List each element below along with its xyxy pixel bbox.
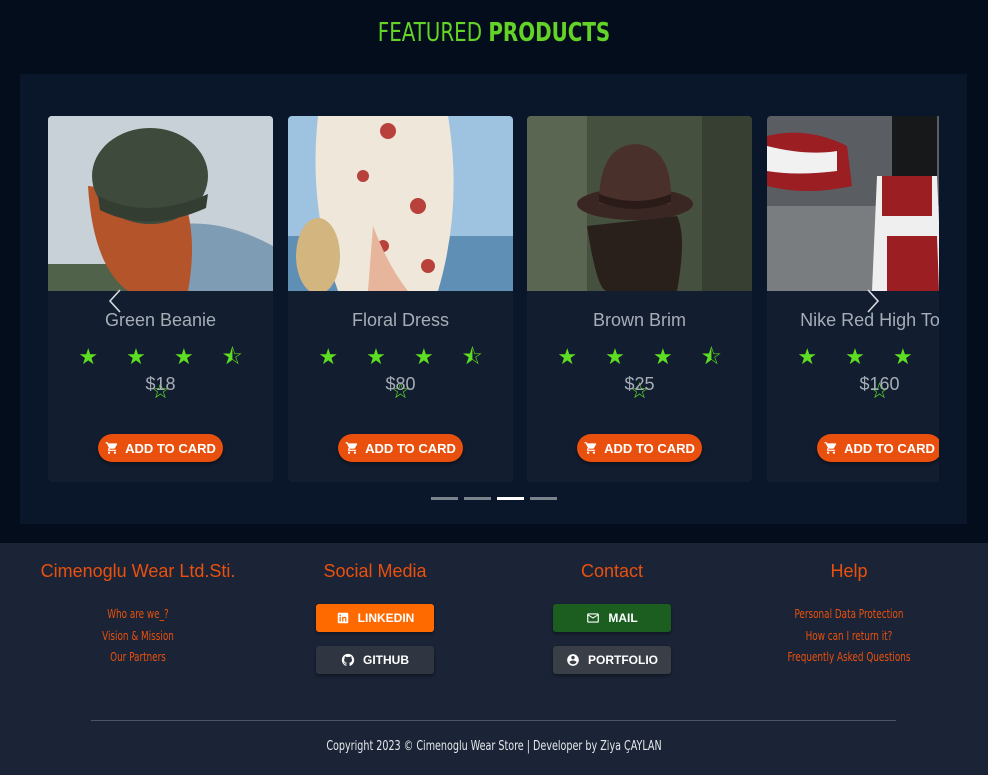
add-to-cart-label: ADD TO CARD (125, 440, 216, 456)
footer-contact-column: Contact MAIL PORTFOLIO (492, 561, 732, 688)
mail-icon (587, 613, 600, 623)
featured-section: FEATURED PRODUCTS Green Beanie ★ ★ ★ ⯪ ☆… (0, 0, 988, 543)
mail-label: MAIL (608, 611, 638, 625)
product-image-nike-red-high-tops[interactable] (767, 116, 939, 291)
product-price: $18 (145, 374, 176, 394)
product-name: Nike Red High Tops (800, 310, 939, 330)
carousel-indicator[interactable] (464, 497, 491, 500)
product-name: Floral Dress (351, 310, 449, 330)
footer-link-personal-data[interactable]: Personal Data Protection (751, 604, 948, 626)
github-icon (341, 653, 355, 666)
footer-link-faq[interactable]: Frequently Asked Questions (751, 647, 948, 669)
carousel-indicator[interactable] (431, 497, 458, 500)
github-button[interactable]: GITHUB (316, 646, 434, 674)
cart-icon (345, 442, 358, 454)
section-title: FEATURED PRODUCTS (74, 18, 914, 48)
footer-link-our-partners[interactable]: Our Partners (40, 647, 237, 669)
linkedin-icon (337, 612, 348, 624)
product-card[interactable]: Green Beanie ★ ★ ★ ⯪ ☆ $18 ADD TO CARD (48, 116, 273, 482)
portfolio-button[interactable]: PORTFOLIO (553, 646, 671, 674)
carousel-prev-button[interactable] (106, 286, 126, 316)
product-image-floral-dress[interactable] (288, 116, 513, 291)
footer-link-return[interactable]: How can I return it? (751, 626, 948, 648)
portfolio-label: PORTFOLIO (588, 653, 658, 667)
product-card[interactable]: Floral Dress ★ ★ ★ ⯪ ☆ $80 ADD TO CARD (288, 116, 513, 482)
add-to-cart-button[interactable]: ADD TO CARD (817, 434, 939, 462)
footer-link-who-are-we[interactable]: Who are we_? (40, 604, 237, 626)
mail-button[interactable]: MAIL (553, 604, 671, 632)
cart-icon (584, 442, 597, 454)
carousel-track: Green Beanie ★ ★ ★ ⯪ ☆ $18 ADD TO CARD F… (48, 116, 939, 482)
product-name: Green Beanie (104, 310, 217, 330)
section-title-light: FEATURED (377, 18, 483, 48)
copyright-text: Copyright 2023 © Cimenoglu Wear Store | … (326, 739, 662, 754)
product-price: $25 (624, 374, 655, 394)
carousel-indicator-active[interactable] (497, 497, 524, 500)
product-carousel: Green Beanie ★ ★ ★ ⯪ ☆ $18 ADD TO CARD F… (20, 74, 967, 524)
footer-social-column: Social Media LINKEDIN GITHUB (255, 561, 495, 688)
github-label: GITHUB (363, 653, 409, 667)
footer-divider (91, 720, 896, 721)
carousel-next-button[interactable] (862, 286, 882, 316)
footer-contact-title: Contact (580, 561, 644, 581)
product-card[interactable]: Nike Red High Tops ★ ★ ★ ⯪ ☆ $160 ADD TO… (767, 116, 939, 482)
footer-help-title: Help (830, 561, 868, 581)
add-to-cart-label: ADD TO CARD (604, 440, 695, 456)
add-to-cart-label: ADD TO CARD (844, 440, 935, 456)
add-to-cart-button[interactable]: ADD TO CARD (577, 434, 702, 462)
footer-link-vision-mission[interactable]: Vision & Mission (40, 626, 237, 648)
footer: Cimenoglu Wear Ltd.Sti. Who are we_? Vis… (0, 543, 988, 775)
footer-help-column: Help Personal Data Protection How can I … (729, 561, 969, 669)
cart-icon (824, 442, 837, 454)
footer-company-title: Cimenoglu Wear Ltd.Sti. (40, 561, 236, 581)
footer-social-title: Social Media (323, 561, 427, 581)
product-price: $160 (859, 374, 900, 394)
product-card[interactable]: Brown Brim ★ ★ ★ ⯪ ☆ $25 ADD TO CARD (527, 116, 752, 482)
carousel-indicators (431, 497, 557, 500)
section-title-bold: PRODUCTS (488, 18, 611, 48)
product-image-brown-brim[interactable] (527, 116, 752, 291)
linkedin-label: LINKEDIN (357, 611, 415, 625)
add-to-cart-button[interactable]: ADD TO CARD (98, 434, 223, 462)
footer-company-column: Cimenoglu Wear Ltd.Sti. Who are we_? Vis… (18, 561, 258, 669)
linkedin-button[interactable]: LINKEDIN (316, 604, 434, 632)
product-price: $80 (385, 374, 416, 394)
account-circle-icon (567, 654, 579, 666)
chevron-left-icon (108, 289, 121, 313)
add-to-cart-button[interactable]: ADD TO CARD (338, 434, 463, 462)
add-to-cart-label: ADD TO CARD (365, 440, 456, 456)
cart-icon (105, 442, 118, 454)
chevron-right-icon (867, 289, 880, 313)
product-image-green-beanie[interactable] (48, 116, 273, 291)
product-name: Brown Brim (592, 310, 686, 330)
carousel-indicator[interactable] (530, 497, 557, 500)
